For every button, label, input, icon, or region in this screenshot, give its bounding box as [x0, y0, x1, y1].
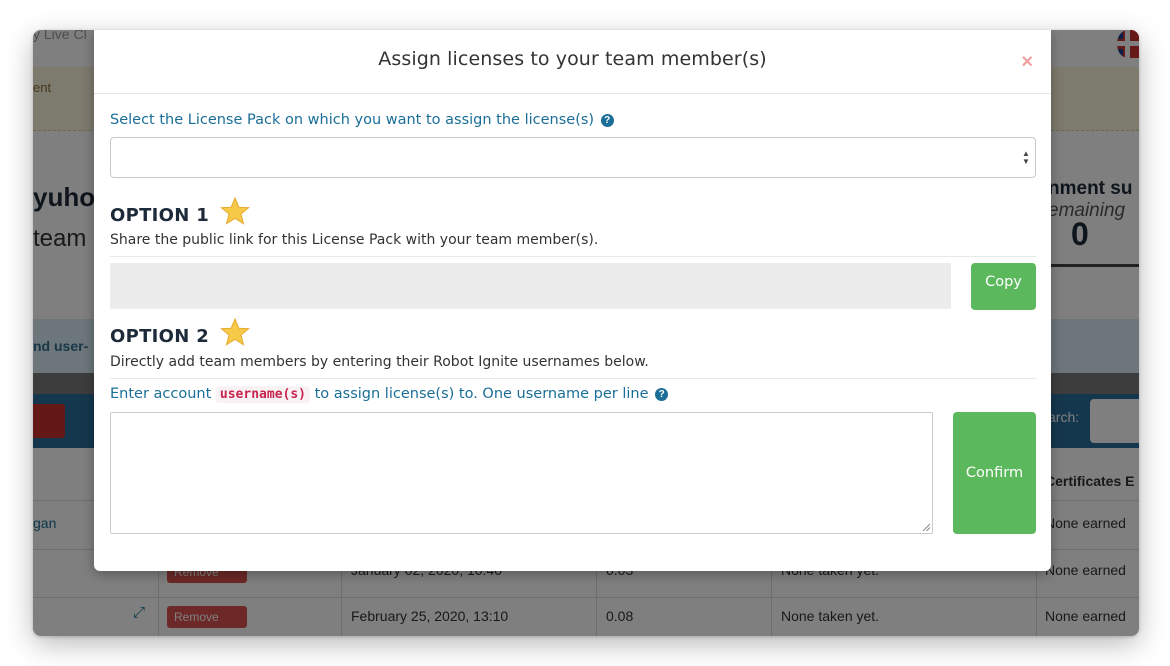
resize-handle-icon[interactable] — [922, 523, 930, 531]
public-link-field[interactable] — [110, 263, 951, 309]
option2-title: OPTION 2 — [110, 326, 210, 347]
username-code: username(s) — [215, 386, 310, 403]
license-pack-select[interactable]: ▲ ▼ — [110, 137, 1036, 178]
divider — [110, 256, 1036, 257]
username-label-suffix: to assign license(s) to. One username pe… — [314, 386, 649, 402]
license-pack-label-text: Select the License Pack on which you wan… — [110, 112, 595, 128]
assign-licenses-modal: Assign licenses to your team member(s) ×… — [94, 30, 1051, 571]
divider — [110, 378, 1036, 379]
help-icon[interactable]: ? — [600, 114, 614, 127]
help-icon[interactable]: ? — [655, 388, 669, 401]
star-icon — [219, 197, 250, 225]
username-label: Enter account username(s) to assign lice… — [110, 386, 669, 403]
option2-heading: OPTION 2 — [110, 318, 250, 347]
confirm-button[interactable]: Confirm — [953, 412, 1036, 534]
username-label-prefix: Enter account — [110, 386, 212, 402]
copy-button[interactable]: Copy — [971, 263, 1036, 310]
option2-description: Directly add team members by entering th… — [110, 354, 649, 370]
browser-window: y Live Cl ent yuho team r nment su emain… — [33, 30, 1139, 636]
close-icon[interactable]: × — [1021, 52, 1033, 72]
select-arrows-icon: ▲ ▼ — [1022, 149, 1030, 166]
modal-title: Assign licenses to your team member(s) — [378, 48, 767, 70]
modal-header: Assign licenses to your team member(s) × — [94, 30, 1051, 94]
option1-title: OPTION 1 — [110, 205, 210, 226]
option1-heading: OPTION 1 — [110, 197, 250, 226]
usernames-textarea[interactable] — [110, 412, 933, 534]
star-icon — [219, 318, 250, 346]
license-pack-label: Select the License Pack on which you wan… — [110, 112, 614, 128]
option1-description: Share the public link for this License P… — [110, 232, 599, 248]
